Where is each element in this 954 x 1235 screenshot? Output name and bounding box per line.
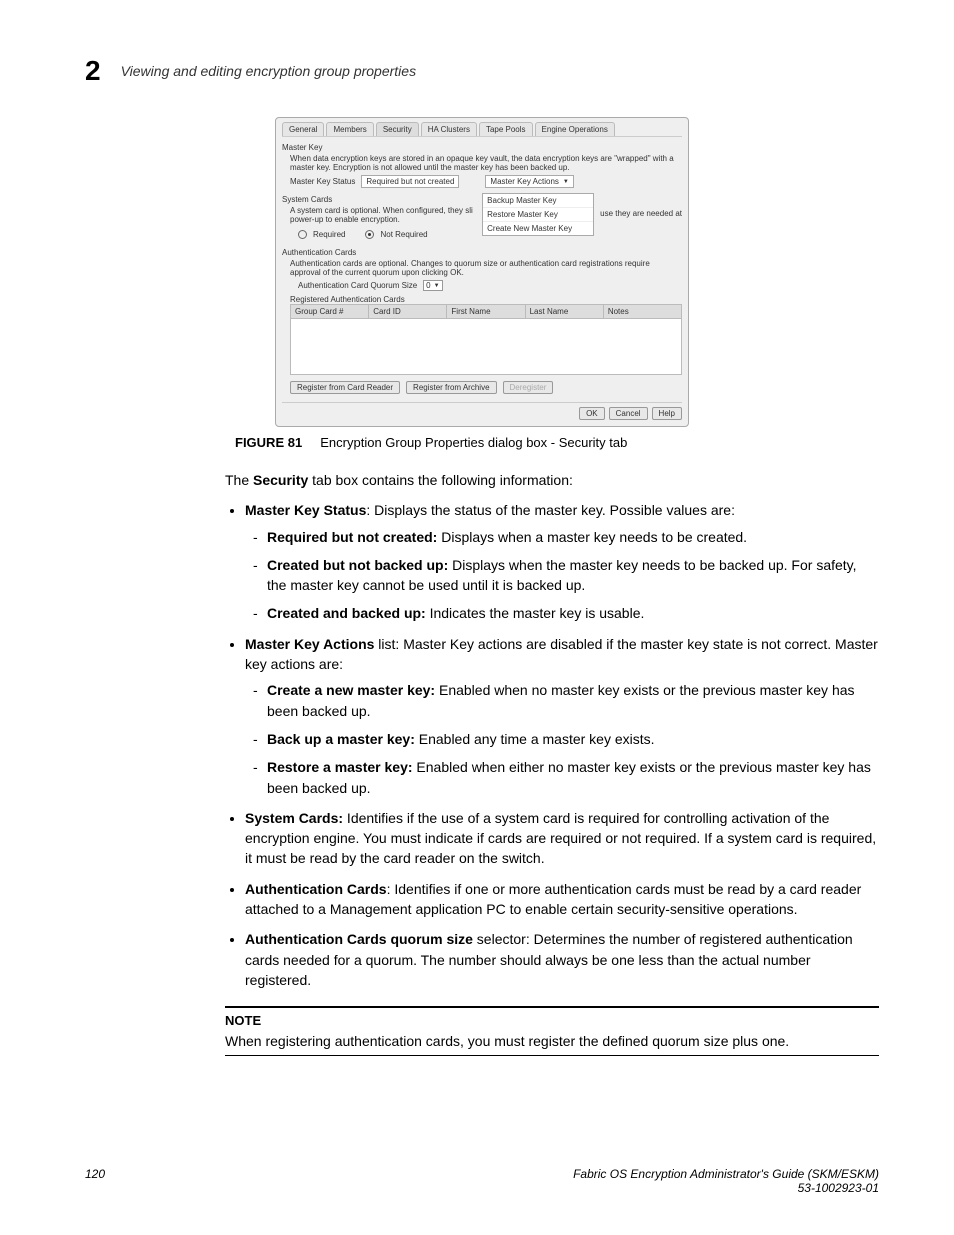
master-key-status-label: Master Key Status bbox=[290, 177, 355, 186]
bullet-bold: Created but not backed up: bbox=[267, 557, 448, 573]
master-key-status-value: Required but not created bbox=[361, 175, 459, 188]
bullet-bold: Create a new master key: bbox=[267, 682, 435, 698]
intro-bold: Security bbox=[253, 472, 308, 488]
figure-caption: FIGURE 81 Encryption Group Properties di… bbox=[235, 435, 879, 450]
quorum-size-select[interactable]: 0 ▼ bbox=[423, 280, 442, 291]
menu-backup-master-key[interactable]: Backup Master Key bbox=[483, 194, 593, 208]
menu-restore-master-key[interactable]: Restore Master Key bbox=[483, 208, 593, 222]
auth-cards-table-header: Group Card # Card ID First Name Last Nam… bbox=[290, 304, 682, 318]
doc-id: 53-1002923-01 bbox=[573, 1181, 879, 1195]
system-cards-desc-2: power-up to enable encryption. bbox=[290, 215, 476, 224]
not-required-radio[interactable] bbox=[365, 230, 374, 239]
tab-tape-pools[interactable]: Tape Pools bbox=[479, 122, 533, 136]
intro-suffix: tab box contains the following informati… bbox=[308, 472, 573, 488]
master-key-desc: When data encryption keys are stored in … bbox=[290, 154, 682, 172]
list-item: Master Key Status: Displays the status o… bbox=[245, 500, 879, 623]
required-label: Required bbox=[313, 230, 345, 239]
col-notes: Notes bbox=[604, 305, 681, 318]
list-item: System Cards: Identifies if the use of a… bbox=[245, 808, 879, 869]
encryption-properties-dialog: General Members Security HA Clusters Tap… bbox=[275, 117, 689, 427]
required-radio[interactable] bbox=[298, 230, 307, 239]
bullet-bold: Back up a master key: bbox=[267, 731, 415, 747]
list-item: Created and backed up: Indicates the mas… bbox=[267, 603, 879, 623]
list-item: Authentication Cards: Identifies if one … bbox=[245, 879, 879, 920]
bullet-text: : Displays the status of the master key.… bbox=[366, 502, 735, 518]
list-item: Created but not backed up: Displays when… bbox=[267, 555, 879, 596]
register-from-archive-button[interactable]: Register from Archive bbox=[406, 381, 496, 394]
list-item: Back up a master key: Enabled any time a… bbox=[267, 729, 879, 749]
master-key-title: Master Key bbox=[282, 143, 682, 152]
bullet-text: Enabled any time a master key exists. bbox=[415, 731, 655, 747]
col-first-name: First Name bbox=[447, 305, 525, 318]
page-header: 2 Viewing and editing encryption group p… bbox=[85, 55, 879, 87]
system-cards-desc-1: A system card is optional. When configur… bbox=[290, 206, 476, 215]
tab-general[interactable]: General bbox=[282, 122, 324, 136]
tab-members[interactable]: Members bbox=[326, 122, 373, 136]
bullet-bold: System Cards: bbox=[245, 810, 343, 826]
figure-text: Encryption Group Properties dialog box -… bbox=[320, 435, 627, 450]
bullet-bold: Restore a master key: bbox=[267, 759, 413, 775]
bullet-bold: Required but not created: bbox=[267, 529, 437, 545]
quorum-size-label: Authentication Card Quorum Size bbox=[298, 281, 417, 290]
note-label: NOTE bbox=[225, 1012, 879, 1031]
master-key-actions-dropdown[interactable]: Master Key Actions ▼ bbox=[485, 175, 573, 188]
col-card-id: Card ID bbox=[369, 305, 447, 318]
auth-cards-desc: Authentication cards are optional. Chang… bbox=[290, 259, 682, 277]
bullet-bold: Authentication Cards quorum size bbox=[245, 931, 473, 947]
note-text: When registering authentication cards, y… bbox=[225, 1031, 879, 1051]
ok-button[interactable]: OK bbox=[579, 407, 605, 420]
tab-security[interactable]: Security bbox=[376, 122, 419, 136]
auth-cards-table-body[interactable] bbox=[290, 318, 682, 375]
list-item: Create a new master key: Enabled when no… bbox=[267, 680, 879, 721]
dropdown-arrow-icon: ▼ bbox=[563, 179, 569, 185]
deregister-button[interactable]: Deregister bbox=[503, 381, 554, 394]
help-button[interactable]: Help bbox=[652, 407, 682, 420]
cancel-button[interactable]: Cancel bbox=[609, 407, 648, 420]
tab-bar: General Members Security HA Clusters Tap… bbox=[282, 122, 682, 137]
col-group-card: Group Card # bbox=[291, 305, 369, 318]
master-key-actions-label: Master Key Actions bbox=[490, 177, 558, 186]
system-cards-title: System Cards bbox=[282, 195, 476, 204]
figure-label: FIGURE 81 bbox=[235, 435, 302, 450]
col-last-name: Last Name bbox=[526, 305, 604, 318]
list-item: Authentication Cards quorum size selecto… bbox=[245, 929, 879, 990]
chapter-number: 2 bbox=[85, 55, 101, 87]
page-title: Viewing and editing encryption group pro… bbox=[121, 63, 417, 79]
tab-engine-operations[interactable]: Engine Operations bbox=[535, 122, 615, 136]
bullet-bold: Master Key Actions bbox=[245, 636, 374, 652]
bullet-bold: Created and backed up: bbox=[267, 605, 426, 621]
bullet-text: Displays when a master key needs to be c… bbox=[437, 529, 747, 545]
register-from-reader-button[interactable]: Register from Card Reader bbox=[290, 381, 400, 394]
bullet-bold: Authentication Cards bbox=[245, 881, 387, 897]
doc-title: Fabric OS Encryption Administrator's Gui… bbox=[573, 1167, 879, 1181]
auth-cards-title: Authentication Cards bbox=[282, 248, 682, 257]
dropdown-arrow-icon: ▼ bbox=[434, 283, 440, 289]
page-footer: 120 Fabric OS Encryption Administrator's… bbox=[85, 1167, 879, 1195]
registered-cards-label: Registered Authentication Cards bbox=[290, 295, 682, 304]
not-required-label: Not Required bbox=[380, 230, 427, 239]
list-item: Restore a master key: Enabled when eithe… bbox=[267, 757, 879, 798]
tab-ha-clusters[interactable]: HA Clusters bbox=[421, 122, 477, 136]
note-block: NOTE When registering authentication car… bbox=[225, 1006, 879, 1056]
system-cards-desc-right: use they are needed at bbox=[600, 191, 682, 218]
page-number: 120 bbox=[85, 1167, 105, 1195]
body-content: The Security tab box contains the follow… bbox=[225, 470, 879, 1056]
bullet-bold: Master Key Status bbox=[245, 502, 366, 518]
list-item: Master Key Actions list: Master Key acti… bbox=[245, 634, 879, 798]
master-key-actions-menu: Backup Master Key Restore Master Key Cre… bbox=[482, 193, 594, 236]
menu-create-new-master-key[interactable]: Create New Master Key bbox=[483, 222, 593, 235]
quorum-size-value: 0 bbox=[426, 281, 430, 290]
dialog-footer: OK Cancel Help bbox=[282, 402, 682, 420]
list-item: Required but not created: Displays when … bbox=[267, 527, 879, 547]
bullet-text: Indicates the master key is usable. bbox=[426, 605, 645, 621]
intro-prefix: The bbox=[225, 472, 253, 488]
